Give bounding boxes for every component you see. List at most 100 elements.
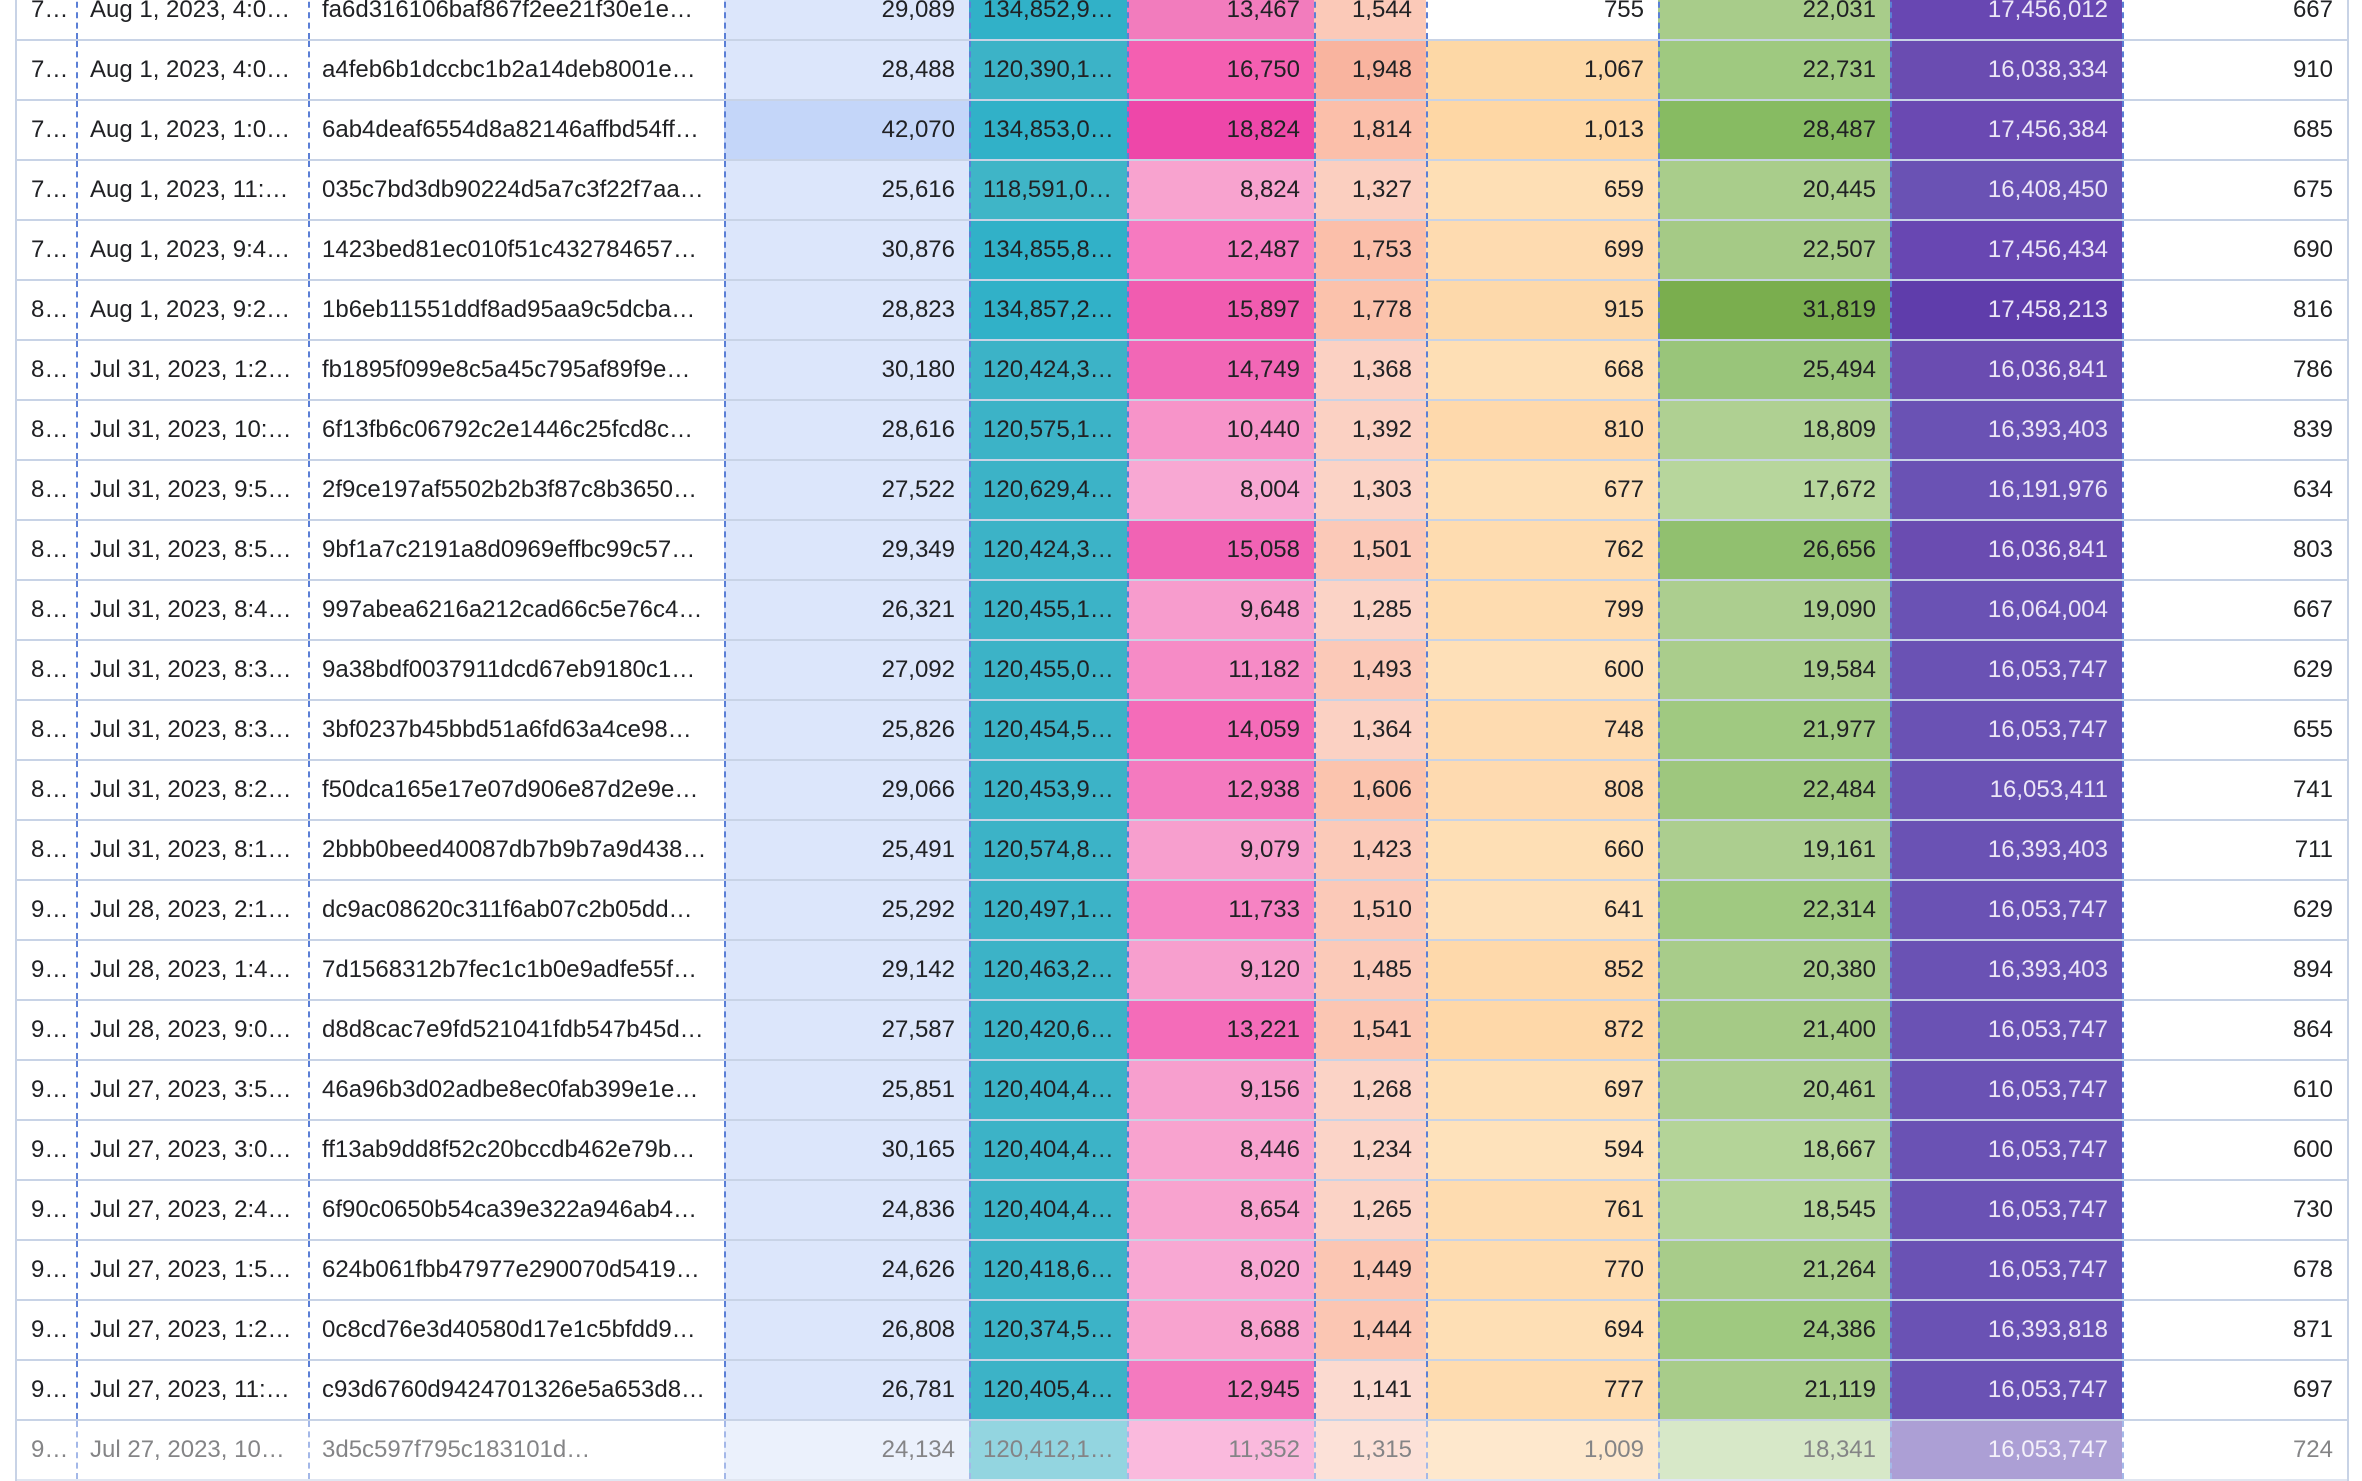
- table-row[interactable]: 8… Aug 1, 2023, 9:2… 1b6eb11551ddf8ad95aa9…: [17, 281, 2347, 341]
- column-divider: [76, 1241, 78, 1299]
- row-number-cell: 9…: [31, 1436, 69, 1463]
- hash-cell: c93d6760d9424701326e5a653d8…: [322, 1376, 706, 1403]
- table-row[interactable]: 9… Jul 28, 2023, 2:1… dc9ac08620c311f6ab07…: [17, 881, 2347, 941]
- value-cell: 16,038,334: [1890, 41, 2122, 99]
- value-cell: 19,161: [1658, 821, 1890, 879]
- value-cell: 21,977: [1658, 701, 1890, 759]
- hash-cell: 3bf0237b45bbd51a6fd63a4ce98…: [322, 716, 692, 743]
- column-divider: [724, 1121, 726, 1179]
- table-row[interactable]: 8… Jul 31, 2023, 1:2… fb1895f099e8c5a45c79…: [17, 341, 2347, 401]
- date-cell: Jul 31, 2023, 8:5…: [90, 536, 292, 563]
- value-cell: 28,616: [724, 401, 969, 459]
- table-row[interactable]: 9… Jul 27, 2023, 1:2… 0c8cd76e3d40580d17e1…: [17, 1301, 2347, 1361]
- table-row[interactable]: 8… Jul 31, 2023, 8:4… 997abea6216a212cad66…: [17, 581, 2347, 641]
- column-divider: [2122, 1061, 2124, 1119]
- column-divider: [2122, 281, 2124, 339]
- column-divider: [76, 821, 78, 879]
- column-divider: [724, 221, 726, 279]
- value-cell: 610: [2292, 1076, 2333, 1103]
- value-cell: 1,948: [1314, 41, 1426, 99]
- table-row[interactable]: 7… Aug 1, 2023, 4:0… a4feb6b1dccbc1b2a14de…: [17, 41, 2347, 101]
- table-row[interactable]: 8… Jul 31, 2023, 8:3… 3bf0237b45bbd51a6fd6…: [17, 701, 2347, 761]
- value-cell: 16,393,403: [1890, 401, 2122, 459]
- column-divider: [2122, 521, 2124, 579]
- column-divider: [724, 1181, 726, 1239]
- value-cell: 11,352: [1127, 1421, 1314, 1479]
- table-row[interactable]: 7… Aug 1, 2023, 1:0… 6ab4deaf6554d8a82146a…: [17, 101, 2347, 161]
- value-cell: 12,938: [1127, 761, 1314, 819]
- value-cell: 26,808: [724, 1301, 969, 1359]
- table-row[interactable]: 8… Jul 31, 2023, 8:3… 9a38bdf0037911dcd67e…: [17, 641, 2347, 701]
- column-divider: [724, 881, 726, 939]
- table-row[interactable]: 9… Jul 27, 2023, 3:0… ff13ab9dd8f52c20bccd…: [17, 1121, 2347, 1181]
- column-divider: [1426, 1181, 1428, 1239]
- column-divider: [1127, 401, 1129, 459]
- column-divider: [1426, 1061, 1428, 1119]
- hash-cell: 6ab4deaf6554d8a82146affbd54ff…: [322, 116, 699, 143]
- value-cell: 17,458,213: [1890, 281, 2122, 339]
- value-cell: 9,648: [1127, 581, 1314, 639]
- row-number-cell: 9…: [31, 1196, 69, 1223]
- column-divider: [1658, 1361, 1660, 1419]
- value-cell: 8,688: [1127, 1301, 1314, 1359]
- value-cell: 18,545: [1658, 1181, 1890, 1239]
- table-row[interactable]: 8… Jul 31, 2023, 8:5… 9bf1a7c2191a8d0969ef…: [17, 521, 2347, 581]
- value-cell: 711: [2294, 836, 2333, 863]
- value-cell: 1,234: [1314, 1121, 1426, 1179]
- column-divider: [308, 1421, 310, 1479]
- table-row[interactable]: 8… Jul 31, 2023, 8:2… f50dca165e17e07d906e…: [17, 761, 2347, 821]
- column-divider: [76, 221, 78, 279]
- table-row[interactable]: 9… Jul 28, 2023, 9:0… d8d8cac7e9fd521041fd…: [17, 1001, 2347, 1061]
- column-divider: [1890, 581, 1892, 639]
- table-row[interactable]: 8… Jul 31, 2023, 8:1… 2bbb0beed40087db7b9b…: [17, 821, 2347, 881]
- value-cell: 14,749: [1127, 341, 1314, 399]
- column-divider: [1314, 0, 1316, 39]
- table-row[interactable]: 7… Aug 1, 2023, 9:4… 1423bed81ec010f51c432…: [17, 221, 2347, 281]
- column-divider: [308, 161, 310, 219]
- column-divider: [1658, 221, 1660, 279]
- table-row[interactable]: 7… Aug 1, 2023, 4:0… fa6d316106baf867f2ee2…: [17, 0, 2347, 41]
- date-cell: Jul 27, 2023, 1:5…: [90, 1256, 292, 1283]
- value-cell: 1,449: [1314, 1241, 1426, 1299]
- column-divider: [1127, 761, 1129, 819]
- column-divider: [1127, 41, 1129, 99]
- value-cell: 17,672: [1658, 461, 1890, 519]
- date-cell: Aug 1, 2023, 11:…: [90, 176, 289, 203]
- table-row[interactable]: 9… Jul 27, 2023, 2:4… 6f90c0650b54ca39e322…: [17, 1181, 2347, 1241]
- hash-cell: f50dca165e17e07d906e87d2e9e…: [322, 776, 699, 803]
- table-row[interactable]: 9… Jul 28, 2023, 1:4… 7d1568312b7fec1c1b0e…: [17, 941, 2347, 1001]
- value-cell: 120,420,6…: [969, 1001, 1127, 1059]
- column-divider: [1890, 1301, 1892, 1359]
- column-divider: [1890, 761, 1892, 819]
- column-divider: [1426, 881, 1428, 939]
- value-cell: 8,824: [1127, 161, 1314, 219]
- value-cell: 24,386: [1658, 1301, 1890, 1359]
- table-row[interactable]: 8… Jul 31, 2023, 9:5… 2f9ce197af5502b2b3f8…: [17, 461, 2347, 521]
- value-cell: 1,814: [1314, 101, 1426, 159]
- column-divider: [76, 761, 78, 819]
- date-cell: Jul 27, 2023, 3:0…: [90, 1136, 292, 1163]
- table-row[interactable]: 9… Jul 27, 2023, 11:… c93d6760d9424701326e…: [17, 1361, 2347, 1421]
- table-row[interactable]: 7… Aug 1, 2023, 11:… 035c7bd3db90224d5a7c3…: [17, 161, 2347, 221]
- column-divider: [969, 761, 971, 819]
- table-row[interactable]: 9… Jul 27, 2023, 1:5… 624b061fbb47977e2900…: [17, 1241, 2347, 1301]
- column-divider: [76, 581, 78, 639]
- column-divider: [1127, 0, 1129, 39]
- column-divider: [2122, 641, 2124, 699]
- column-divider: [724, 461, 726, 519]
- value-cell: 29,089: [724, 0, 969, 39]
- row-number-cell: 7…: [31, 176, 69, 203]
- value-cell: 915: [1426, 281, 1658, 339]
- column-divider: [1658, 821, 1660, 879]
- value-cell: 755: [1603, 0, 1644, 23]
- column-divider: [308, 0, 310, 39]
- column-divider: [969, 821, 971, 879]
- table-row[interactable]: 9… Jul 27, 2023, 10… 3d5c597f795c183101d… 2…: [17, 1421, 2347, 1481]
- date-cell: Jul 31, 2023, 8:4…: [90, 596, 292, 623]
- value-cell: 816: [2292, 296, 2333, 323]
- table-row[interactable]: 9… Jul 27, 2023, 3:5… 46a96b3d02adbe8ec0fa…: [17, 1061, 2347, 1121]
- column-divider: [1658, 341, 1660, 399]
- column-divider: [1127, 581, 1129, 639]
- table-row[interactable]: 8… Jul 31, 2023, 10:… 6f13fb6c06792c2e1446…: [17, 401, 2347, 461]
- value-cell: 22,314: [1658, 881, 1890, 939]
